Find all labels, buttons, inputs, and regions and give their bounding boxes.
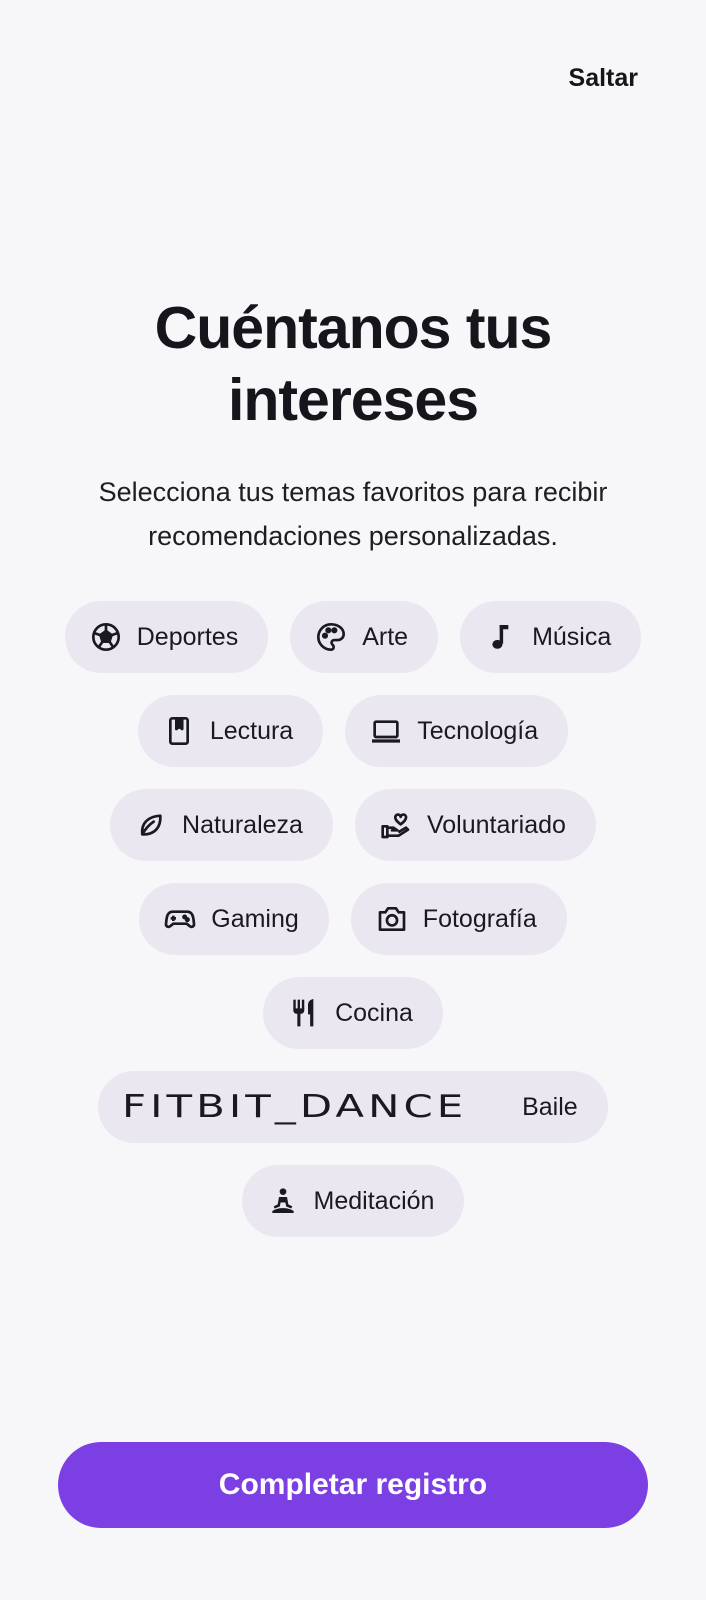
interest-chip-voluntariado[interactable]: Voluntariado [354, 789, 596, 861]
leaf-icon [134, 808, 168, 842]
chip-label: Gaming [211, 904, 299, 933]
interest-chip-meditacion[interactable]: Meditación [241, 1165, 465, 1237]
book-icon [162, 714, 196, 748]
chip-label: Baile [522, 1092, 578, 1121]
chip-label: Cocina [335, 998, 413, 1027]
camera-icon [375, 902, 409, 936]
page-title: Cuéntanos tus intereses [0, 292, 706, 436]
chip-label: Deportes [136, 622, 239, 651]
chip-label: Meditación [313, 1186, 435, 1215]
chip-label: Naturaleza [182, 810, 303, 839]
soccer-ball-icon [89, 620, 123, 654]
chip-row: Meditación [0, 1165, 706, 1237]
chip-label: Lectura [209, 716, 294, 745]
volunteer-hand-heart-icon [379, 808, 413, 842]
fork-knife-icon [287, 996, 321, 1030]
chip-row: FITBIT_DANCE Baile [0, 1071, 706, 1143]
fitbit-dance-icon-text: FITBIT_DANCE [122, 1089, 468, 1125]
complete-registration-button[interactable]: Completar registro [58, 1442, 648, 1528]
chip-label: Música [532, 622, 612, 651]
interest-chip-gaming[interactable]: Gaming [139, 883, 329, 955]
chip-row: Cocina [0, 977, 706, 1049]
skip-button[interactable]: Saltar [569, 64, 638, 93]
chip-row: Naturaleza Voluntariado [0, 789, 706, 861]
interest-chip-arte[interactable]: Arte [290, 601, 439, 673]
interest-chip-naturaleza[interactable]: Naturaleza [110, 789, 333, 861]
meditation-icon [266, 1184, 300, 1218]
chip-row: Gaming Fotografía [0, 883, 706, 955]
interest-chip-deportes[interactable]: Deportes [64, 601, 269, 673]
music-note-icon [484, 620, 518, 654]
title-line-1: Cuéntanos tus [154, 295, 553, 361]
interest-chip-baile[interactable]: FITBIT_DANCE Baile [98, 1071, 608, 1143]
interest-chip-list: Deportes Arte Música Lectura Tecnología … [0, 601, 706, 1259]
interest-chip-lectura[interactable]: Lectura [137, 695, 324, 767]
chip-label: Voluntariado [426, 810, 566, 839]
interest-chip-cocina[interactable]: Cocina [263, 977, 443, 1049]
palette-icon [314, 620, 348, 654]
interest-chip-fotografia[interactable]: Fotografía [350, 883, 567, 955]
interest-chip-musica[interactable]: Música [460, 601, 642, 673]
chip-row: Deportes Arte Música [0, 601, 706, 673]
chip-row: Lectura Tecnología [0, 695, 706, 767]
onboarding-interests-screen: Saltar Cuéntanos tus intereses Seleccion… [0, 0, 706, 1600]
interest-chip-tecnologia[interactable]: Tecnología [345, 695, 569, 767]
chip-label: Fotografía [422, 904, 537, 933]
chip-label: Tecnología [417, 716, 539, 745]
page-subtitle: Selecciona tus temas favoritos para reci… [98, 477, 608, 551]
gamepad-icon [163, 902, 197, 936]
laptop-icon [369, 714, 403, 748]
title-line-2: intereses [227, 367, 479, 433]
chip-label: Arte [362, 622, 409, 651]
